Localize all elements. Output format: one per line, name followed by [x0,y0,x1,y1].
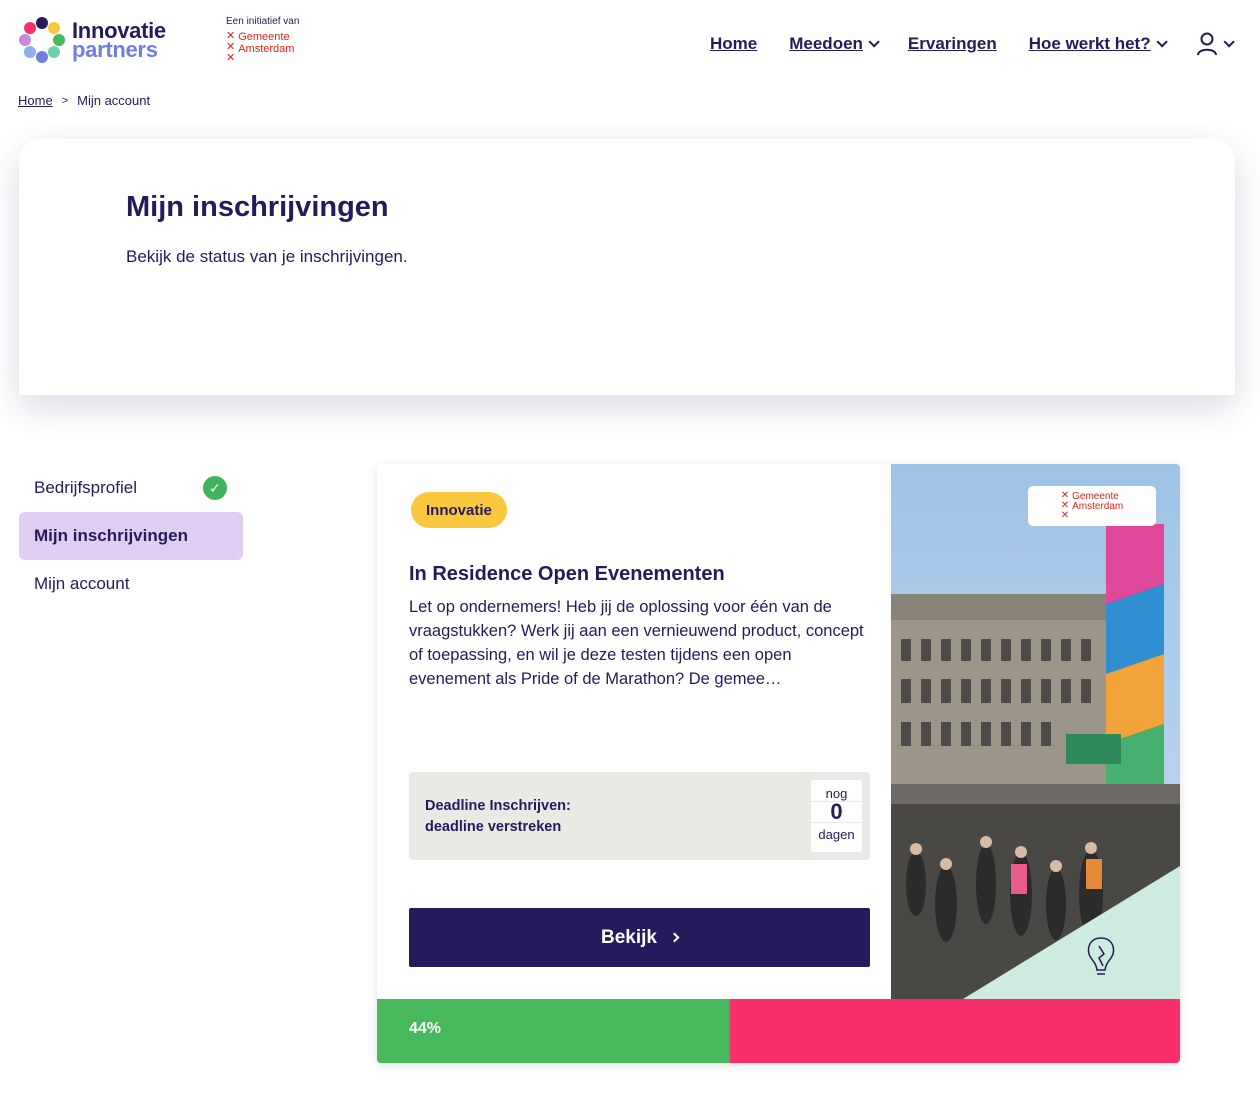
chevron-down-icon [1223,36,1235,48]
card-title: In Residence Open Evenementen [409,563,725,585]
top-navigation-bar: Innovatie partners Een initiatief van ✕ ✕… [0,0,1260,88]
nav-hoe-werkt-het-label: Hoe werkt het? [1028,34,1151,53]
nav-home-label: Home [710,34,758,53]
main-navigation: Home Meedoen Ervaringen Hoe werkt het? [710,32,1235,56]
card-description: Let op ondernemers! Heb jij de oplossing… [409,598,864,688]
amsterdam-crosses-icon: ✕ ✕ ✕ [1060,490,1070,521]
logo-word-partners: partners [72,37,158,62]
sidebar-item-mijn-account[interactable]: Mijn account [19,560,243,608]
innovatiepartners-logo[interactable]: Innovatie partners [18,16,166,64]
municipality-word-gemeente: Gemeente [238,31,290,43]
nav-ervaringen-label: Ervaringen [907,34,997,53]
badge-word-amsterdam: Amsterdam [1072,501,1124,512]
page-header-panel: Mijn inschrijvingen Bekijk de status van… [19,139,1235,395]
chevron-down-icon [868,36,880,48]
user-menu-button[interactable] [1196,32,1235,56]
sidebar-item-label: Mijn account [34,574,130,593]
event-photo: ✕ ✕ ✕ Gemeente Amsterdam [891,464,1180,999]
view-button-label: Bekijk [601,926,657,948]
chevron-down-icon [1156,36,1168,48]
nav-home-link[interactable]: Home [710,34,757,54]
breadcrumb-home-link[interactable]: Home [18,93,53,108]
breadcrumb-separator: > [61,94,69,107]
progress-bar: 44% [377,999,1180,1063]
gemeente-amsterdam-logo: ✕ ✕ ✕ Gemeente Amsterdam [226,31,299,64]
initiative-block: Een initiatief van ✕ ✕ ✕ Gemeente Amsterda… [226,16,299,64]
nav-meedoen-label: Meedoen [789,34,863,53]
breadcrumb: Home > Mijn account [18,93,150,108]
municipality-word-amsterdam: Amsterdam [238,43,295,55]
flower-logo-icon [18,16,66,64]
sidebar-item-mijn-inschrijvingen[interactable]: Mijn inschrijvingen [19,512,243,560]
account-sidebar: Bedrijfsprofiel ✓ Mijn inschrijvingen Mi… [19,464,243,608]
page-title: Mijn inschrijvingen [126,191,389,223]
nav-meedoen-dropdown[interactable]: Meedoen [789,34,880,54]
sidebar-item-label: Bedrijfsprofiel [34,478,137,497]
sidebar-item-bedrijfsprofiel[interactable]: Bedrijfsprofiel ✓ [19,464,243,512]
category-tag: Innovatie [411,492,507,528]
countdown-value: 0 [811,801,862,823]
deadline-box: Deadline Inschrijven: deadline verstreke… [409,772,870,860]
nav-ervaringen-link[interactable]: Ervaringen [908,34,997,54]
breadcrumb-current: Mijn account [77,93,151,108]
deadline-status: deadline verstreken [425,819,562,835]
deadline-label: Deadline Inschrijven: [425,798,571,814]
chevron-right-icon [669,932,680,943]
amsterdam-crosses-icon: ✕ ✕ ✕ [226,30,236,64]
nav-hoe-werkt-het-dropdown[interactable]: Hoe werkt het? [1028,34,1168,54]
gemeente-amsterdam-badge: ✕ ✕ ✕ Gemeente Amsterdam [1028,486,1156,526]
page-subtitle: Bekijk de status van je inschrijvingen. [126,247,408,266]
countdown-suffix: dagen [818,827,855,842]
sidebar-item-label: Mijn inschrijvingen [34,526,188,545]
user-icon [1196,32,1217,56]
progress-label: 44% [409,1020,442,1037]
initiative-label: Een initiatief van [226,16,300,27]
check-icon: ✓ [203,476,227,500]
registration-card: Innovatie In Residence Open Evenementen … [377,464,1180,1063]
view-button[interactable]: Bekijk [409,908,870,967]
days-countdown: nog 0 dagen [811,780,862,852]
